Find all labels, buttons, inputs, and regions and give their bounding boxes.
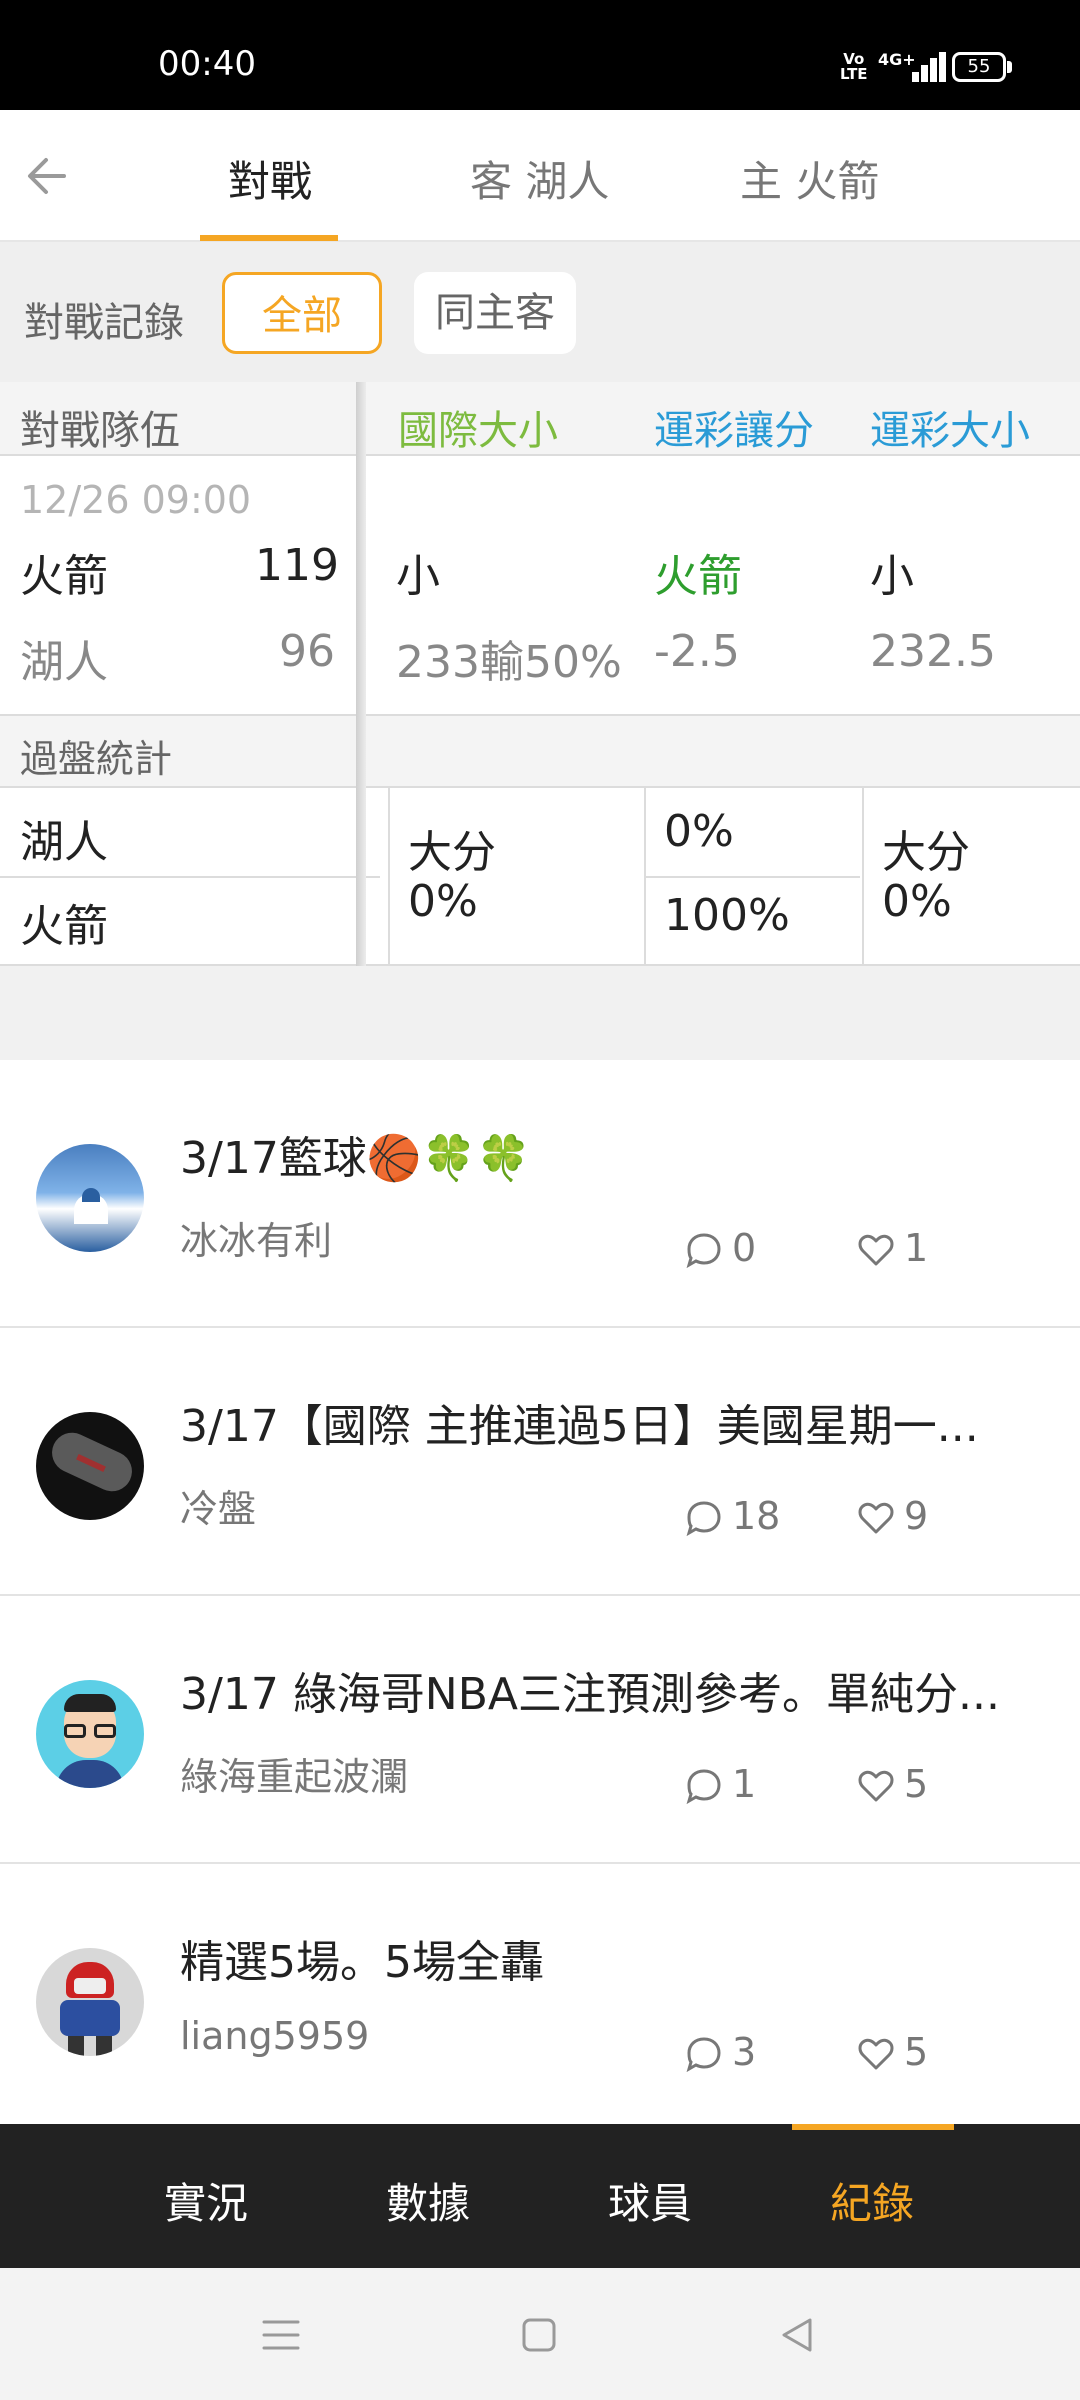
post-item[interactable]: 3/17【國際 主推連過5日】美國星期一... 冷盤 18 9 xyxy=(0,1328,1080,1596)
comment-icon xyxy=(686,1769,721,1805)
game-row[interactable]: 12/26 09:00 火箭 119 湖人 96 小 233輸50% 火箭 -2… xyxy=(0,456,1080,714)
like-count: 1 xyxy=(904,1226,929,1270)
back-triangle-icon[interactable] xyxy=(774,2312,820,2358)
avatar xyxy=(36,1680,144,1788)
lottery-ou-line: 232.5 xyxy=(870,626,996,677)
stats-team2: 火箭 xyxy=(20,901,108,952)
heart-icon[interactable] xyxy=(856,2034,896,2074)
heart-icon[interactable] xyxy=(856,1766,896,1806)
post-item[interactable]: 精選5場。5場全轟 liang5959 3 5 xyxy=(0,1864,1080,2124)
divider xyxy=(862,788,864,966)
post-title: 精選5場。5場全轟 xyxy=(180,1937,544,1988)
system-nav-bar xyxy=(0,2268,1080,2400)
post-title: 3/17籃球🏀🍀🍀 xyxy=(180,1133,532,1184)
header-lottery-ou: 運彩大小 xyxy=(870,408,1030,454)
menu-icon[interactable] xyxy=(258,2312,304,2358)
like-count: 9 xyxy=(904,1494,929,1538)
comment-count: 1 xyxy=(732,1762,757,1806)
post-item[interactable]: 3/17籃球🏀🍀🍀 冰冰有利 0 1 xyxy=(0,1060,1080,1328)
post-title: 3/17【國際 主推連過5日】美國星期一... xyxy=(180,1401,979,1452)
comment-count: 18 xyxy=(732,1494,781,1538)
avatar xyxy=(36,1412,144,1520)
stats-label: 過盤統計 xyxy=(20,737,173,781)
matchup-table: 對戰隊伍 國際大小 運彩讓分 運彩大小 12/26 09:00 火箭 119 湖… xyxy=(0,382,1080,966)
game-datetime: 12/26 09:00 xyxy=(20,478,252,522)
home-team-name: 火箭 xyxy=(20,551,108,602)
battery-icon: 55 xyxy=(952,52,1006,82)
away-team-name: 湖人 xyxy=(20,637,108,688)
lottery-ou-result: 小 xyxy=(870,551,914,602)
status-bar: 00:40 Vo LTE 4G+ 55 xyxy=(0,0,1080,110)
bottom-nav: 實況 數據 球員 紀錄 xyxy=(0,2124,1080,2268)
network-type: 4G+ xyxy=(878,50,916,69)
post-item[interactable]: 3/17 綠海哥NBA三注預測參考。單純分... 綠海重起波瀾 1 5 xyxy=(0,1596,1080,1864)
record-filter: 對戰記錄 全部 同主客 xyxy=(0,242,1080,382)
tab-active-indicator xyxy=(200,235,338,241)
battery-tip xyxy=(1007,61,1012,73)
stats-spread-team1-pct: 0% xyxy=(664,806,734,857)
signal-icon xyxy=(912,52,946,82)
tab-home-team[interactable]: 主 火箭 xyxy=(740,148,879,209)
like-count: 5 xyxy=(904,1762,929,1806)
post-author: liang5959 xyxy=(180,2014,370,2058)
divider xyxy=(388,788,390,966)
match-tabs: 對戰 客 湖人 主 火箭 xyxy=(0,110,1080,242)
intl-ou-result: 小 xyxy=(396,551,440,602)
tab-matchup[interactable]: 對戰 xyxy=(228,148,312,209)
stats-lottery-ou-pct: 0% xyxy=(882,876,952,927)
like-count: 5 xyxy=(904,2030,929,2074)
home-square-icon[interactable] xyxy=(516,2312,562,2358)
post-author: 綠海重起波瀾 xyxy=(180,1755,409,1799)
tab-away-team[interactable]: 客 湖人 xyxy=(470,148,609,209)
divider xyxy=(0,876,380,878)
comment-icon xyxy=(686,1501,721,1537)
stats-intl-ou-pct: 0% xyxy=(408,876,478,927)
nav-active-indicator xyxy=(792,2124,954,2130)
volte-icon: Vo LTE xyxy=(840,50,868,83)
heart-icon[interactable] xyxy=(856,1498,896,1538)
avatar xyxy=(36,1144,144,1252)
home-team-score: 119 xyxy=(255,540,339,591)
nav-data[interactable]: 數據 xyxy=(348,2170,508,2231)
nav-records[interactable]: 紀錄 xyxy=(792,2170,952,2231)
filter-label: 對戰記錄 xyxy=(24,300,184,346)
comment-icon xyxy=(686,1233,721,1269)
header-teams: 對戰隊伍 xyxy=(20,408,180,454)
heart-icon[interactable] xyxy=(856,1230,896,1270)
nav-live[interactable]: 實況 xyxy=(126,2170,286,2231)
filter-all-button[interactable]: 全部 xyxy=(222,272,382,354)
stats-spread-team2-pct: 100% xyxy=(664,890,790,941)
post-author: 冰冰有利 xyxy=(180,1219,333,1263)
filter-same-home-away-button[interactable]: 同主客 xyxy=(414,272,576,354)
comment-icon xyxy=(686,2037,721,2073)
back-arrow-icon[interactable] xyxy=(20,148,76,204)
spread-result: 火箭 xyxy=(654,551,742,602)
away-team-score: 96 xyxy=(279,626,335,677)
nav-players[interactable]: 球員 xyxy=(570,2170,730,2231)
intl-ou-line: 233輸50% xyxy=(396,637,622,688)
sticky-column-shadow xyxy=(356,382,366,966)
header-intl-ou: 國際大小 xyxy=(398,408,558,454)
post-title: 3/17 綠海哥NBA三注預測參考。單純分... xyxy=(180,1669,1000,1720)
post-author: 冷盤 xyxy=(180,1487,257,1531)
divider xyxy=(0,786,1080,788)
divider xyxy=(646,876,860,878)
header-lottery-spread: 運彩讓分 xyxy=(654,408,814,454)
avatar xyxy=(36,1948,144,2056)
stats-team1: 湖人 xyxy=(20,817,108,868)
status-time: 00:40 xyxy=(158,44,256,84)
comment-count: 3 xyxy=(732,2030,757,2074)
section-gap xyxy=(0,966,1080,1060)
comment-count: 0 xyxy=(732,1226,757,1270)
stats-intl-ou-label: 大分 xyxy=(408,827,496,878)
stats-lottery-ou-label: 大分 xyxy=(882,827,970,878)
spread-line: -2.5 xyxy=(654,626,740,677)
